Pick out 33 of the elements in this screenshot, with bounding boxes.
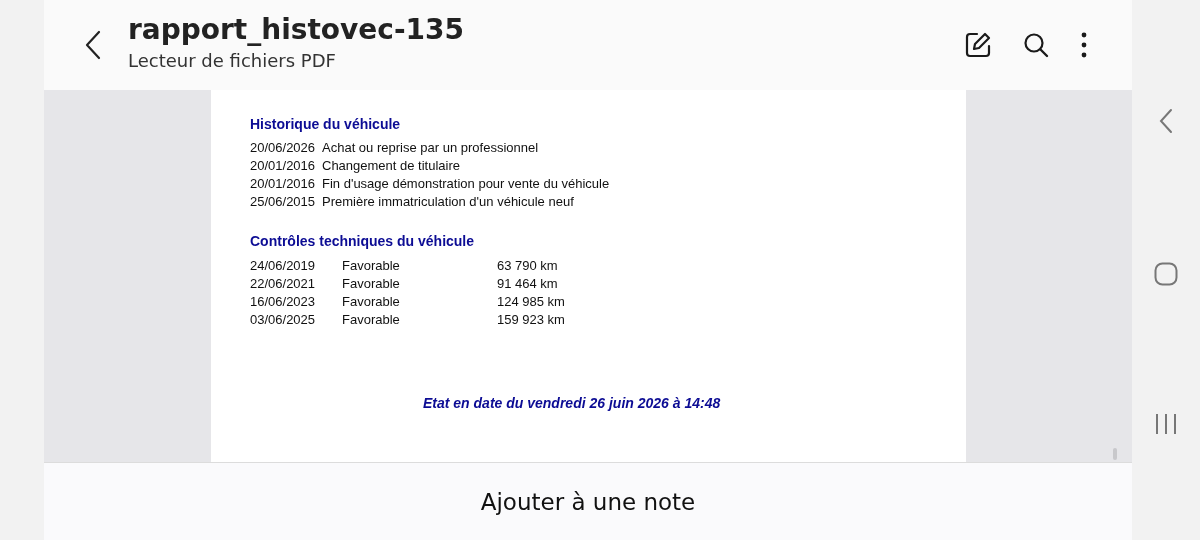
report-date-text: Etat en date du vendredi 26 juin 2026 à 14:48 [423, 395, 722, 411]
mileage-text: 159 923 km [497, 312, 565, 327]
home-icon[interactable] [1154, 261, 1178, 286]
more-icon [1080, 32, 1088, 58]
date-text: 24/06/2019 [250, 258, 317, 273]
add-to-note-button[interactable]: Ajouter à une note [472, 484, 704, 519]
mileage-text: 91 464 km [497, 276, 559, 291]
date-text: 22/06/2021 [250, 276, 317, 291]
event-text: Achat ou reprise par un professionnel [322, 140, 540, 155]
event-text: Première immatriculation d'un véhicule neuf [322, 194, 575, 209]
pencil-square-icon [964, 31, 992, 59]
date-text: 20/01/2016 [250, 176, 317, 191]
app-subtitle: Lecteur de fichiers PDF [128, 50, 337, 71]
date-text: 03/06/2025 [250, 312, 317, 327]
recent-apps-icon[interactable] [1155, 413, 1177, 435]
mileage-text: 63 790 km [497, 258, 559, 273]
search-icon [1022, 31, 1050, 59]
result-text: Favorable [342, 312, 401, 327]
result-text: Favorable [342, 276, 401, 291]
section-heading: Contrôles techniques du véhicule [250, 233, 476, 249]
mileage-text: 124 985 km [497, 294, 565, 309]
date-text: 25/06/2015 [250, 194, 317, 209]
section-heading: Historique du véhicule [250, 116, 402, 132]
date-text: 20/01/2016 [250, 158, 317, 173]
back-icon [84, 30, 102, 60]
date-text: 20/06/2026 [250, 140, 317, 155]
result-text: Favorable [342, 258, 401, 273]
event-text: Changement de titulaire [322, 158, 462, 173]
result-text: Favorable [342, 294, 401, 309]
back-icon[interactable] [1158, 108, 1174, 134]
date-text: 16/06/2023 [250, 294, 317, 309]
document-title: rapport_histovec-135 [128, 13, 465, 46]
event-text: Fin d'usage démonstration pour vente du véhicule [322, 176, 610, 191]
